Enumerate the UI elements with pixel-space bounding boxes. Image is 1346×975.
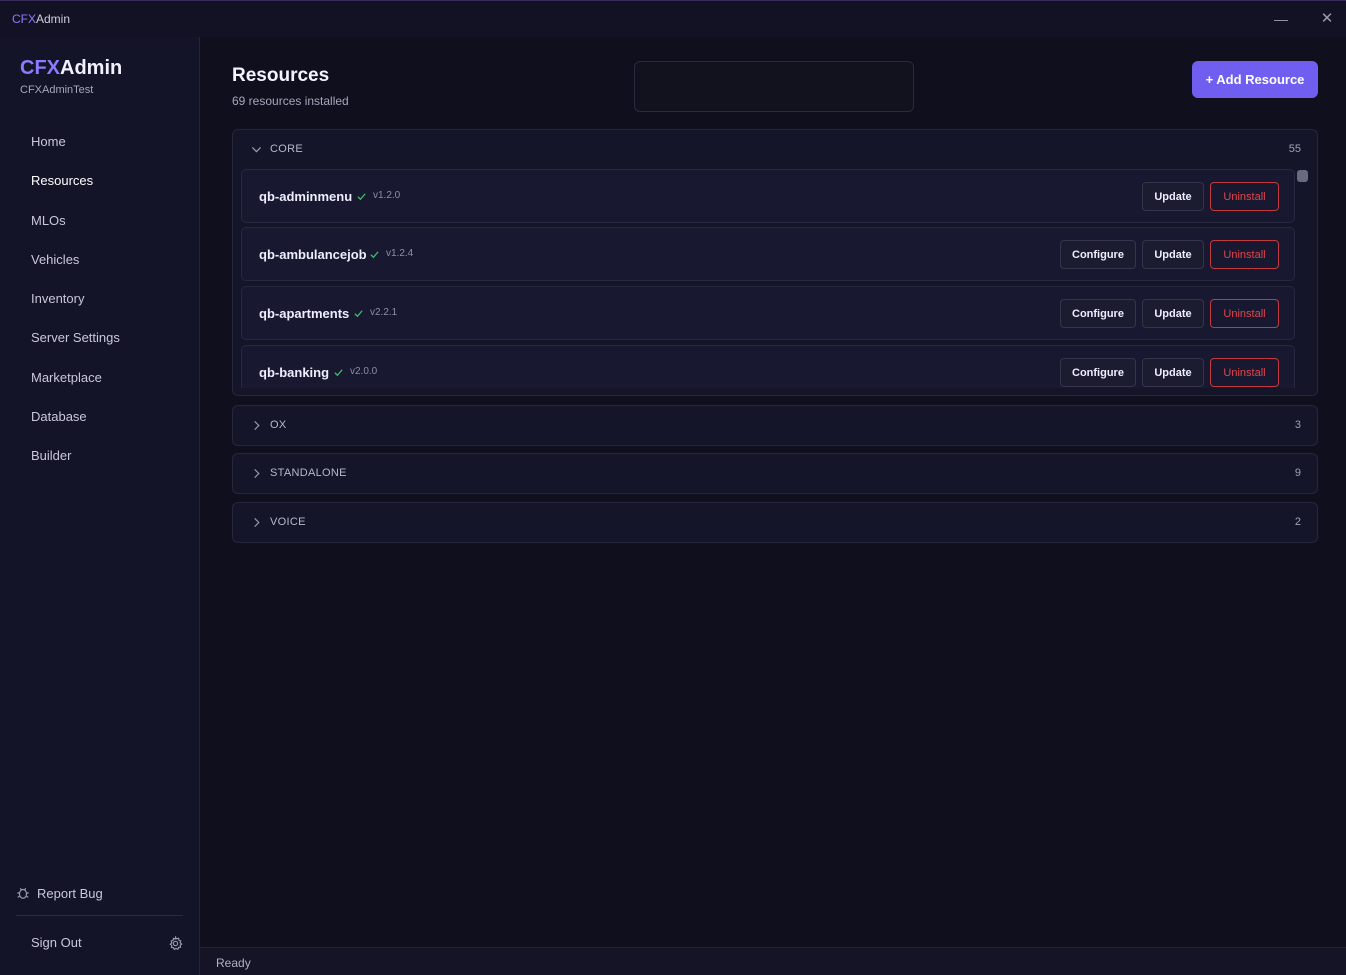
brand-rest: Admin [60, 57, 123, 79]
sidebar-item-marketplace[interactable]: Marketplace [0, 363, 199, 402]
resource-version: v2.0.0 [350, 366, 378, 377]
group-count: 3 [1294, 419, 1301, 431]
close-button[interactable]: ✕ [1317, 9, 1337, 29]
uninstall-button[interactable]: Uninstall [1210, 358, 1279, 387]
group-name: CORE [270, 143, 303, 155]
chevron-down-icon [251, 147, 262, 153]
chevron-right-icon [254, 468, 260, 479]
update-button[interactable]: Update [1142, 299, 1204, 328]
group-standalone[interactable]: STANDALONE 9 [232, 453, 1318, 494]
chevron-right-icon [254, 517, 260, 528]
check-icon [354, 310, 363, 318]
sidebar: CFXAdmin CFXAdminTest Home Resources MLO… [0, 37, 200, 975]
minimize-button[interactable]: — [1271, 9, 1291, 29]
group-header-standalone[interactable]: STANDALONE 9 [233, 454, 1317, 494]
uninstall-button[interactable]: Uninstall [1210, 182, 1279, 211]
status-text: Ready [216, 956, 251, 970]
add-resource-button[interactable]: + Add Resource [1192, 61, 1318, 98]
group-core: CORE 55 qb-adminmenu v1.2.0 Update Unins… [232, 129, 1318, 396]
server-name: CFXAdminTest [20, 84, 94, 96]
resource-row: qb-banking v2.0.0 Configure Update Unins… [241, 345, 1295, 388]
update-button[interactable]: Update [1142, 182, 1204, 211]
check-icon [357, 193, 366, 201]
update-button[interactable]: Update [1142, 240, 1204, 269]
brand-accent: CFX [20, 57, 60, 79]
update-button[interactable]: Update [1142, 358, 1204, 387]
sidebar-item-mlos[interactable]: MLOs [0, 206, 199, 245]
sidebar-divider [16, 915, 183, 916]
group-count: 55 [1288, 143, 1301, 155]
search-input[interactable] [634, 61, 914, 112]
group-header-ox[interactable]: OX 3 [233, 406, 1317, 446]
check-icon [370, 251, 379, 259]
resource-name: qb-apartments [259, 306, 350, 321]
resource-count: 69 resources installed [232, 94, 349, 108]
group-ox[interactable]: OX 3 [232, 405, 1318, 446]
group-count: 2 [1294, 516, 1301, 528]
window-titlebar: CFXAdmin — ✕ [0, 0, 1346, 37]
sidebar-item-resources[interactable]: Resources [0, 166, 199, 205]
resource-name: qb-adminmenu [259, 189, 353, 204]
resource-version: v1.2.0 [373, 190, 401, 201]
gear-icon[interactable] [168, 936, 183, 951]
sidebar-item-builder[interactable]: Builder [0, 441, 199, 480]
configure-button[interactable]: Configure [1060, 240, 1136, 269]
sidebar-item-database[interactable]: Database [0, 402, 199, 441]
group-name: STANDALONE [270, 467, 347, 479]
sidebar-nav: Home Resources MLOs Vehicles Inventory S… [0, 127, 199, 481]
sign-out-button[interactable]: Sign Out [31, 935, 82, 950]
window-title-rest: Admin [36, 12, 71, 26]
resource-name: qb-banking [259, 365, 330, 380]
uninstall-button[interactable]: Uninstall [1210, 240, 1279, 269]
sidebar-item-home[interactable]: Home [0, 127, 199, 166]
group-count: 9 [1294, 467, 1301, 479]
check-icon [334, 369, 343, 377]
status-bar: Ready [200, 947, 1346, 975]
window-title: CFXAdmin [12, 12, 70, 26]
bug-icon [17, 887, 29, 899]
resource-version: v1.2.4 [386, 248, 414, 259]
group-header-core[interactable]: CORE 55 [233, 130, 1317, 170]
report-bug-label: Report Bug [37, 885, 103, 901]
group-header-voice[interactable]: VOICE 2 [233, 503, 1317, 543]
group-name: VOICE [270, 516, 306, 528]
group-name: OX [270, 419, 287, 431]
scrollbar-thumb[interactable] [1297, 170, 1308, 182]
configure-button[interactable]: Configure [1060, 358, 1136, 387]
report-bug-button[interactable]: Report Bug [16, 882, 103, 904]
page-title: Resources [232, 65, 330, 86]
resource-row: qb-adminmenu v1.2.0 Update Uninstall [241, 169, 1295, 223]
sidebar-item-inventory[interactable]: Inventory [0, 284, 199, 323]
resource-row: qb-apartments v2.2.1 Configure Update Un… [241, 286, 1295, 340]
sidebar-item-server-settings[interactable]: Server Settings [0, 323, 199, 362]
group-voice[interactable]: VOICE 2 [232, 502, 1318, 543]
window-title-accent: CFX [12, 12, 36, 26]
configure-button[interactable]: Configure [1060, 299, 1136, 328]
resource-version: v2.2.1 [370, 307, 398, 318]
resource-row: qb-ambulancejob v1.2.4 Configure Update … [241, 227, 1295, 281]
resource-name: qb-ambulancejob [259, 247, 367, 262]
brand-logo: CFXAdmin [20, 57, 122, 80]
chevron-right-icon [254, 420, 260, 431]
sidebar-item-vehicles[interactable]: Vehicles [0, 245, 199, 284]
uninstall-button[interactable]: Uninstall [1210, 299, 1279, 328]
